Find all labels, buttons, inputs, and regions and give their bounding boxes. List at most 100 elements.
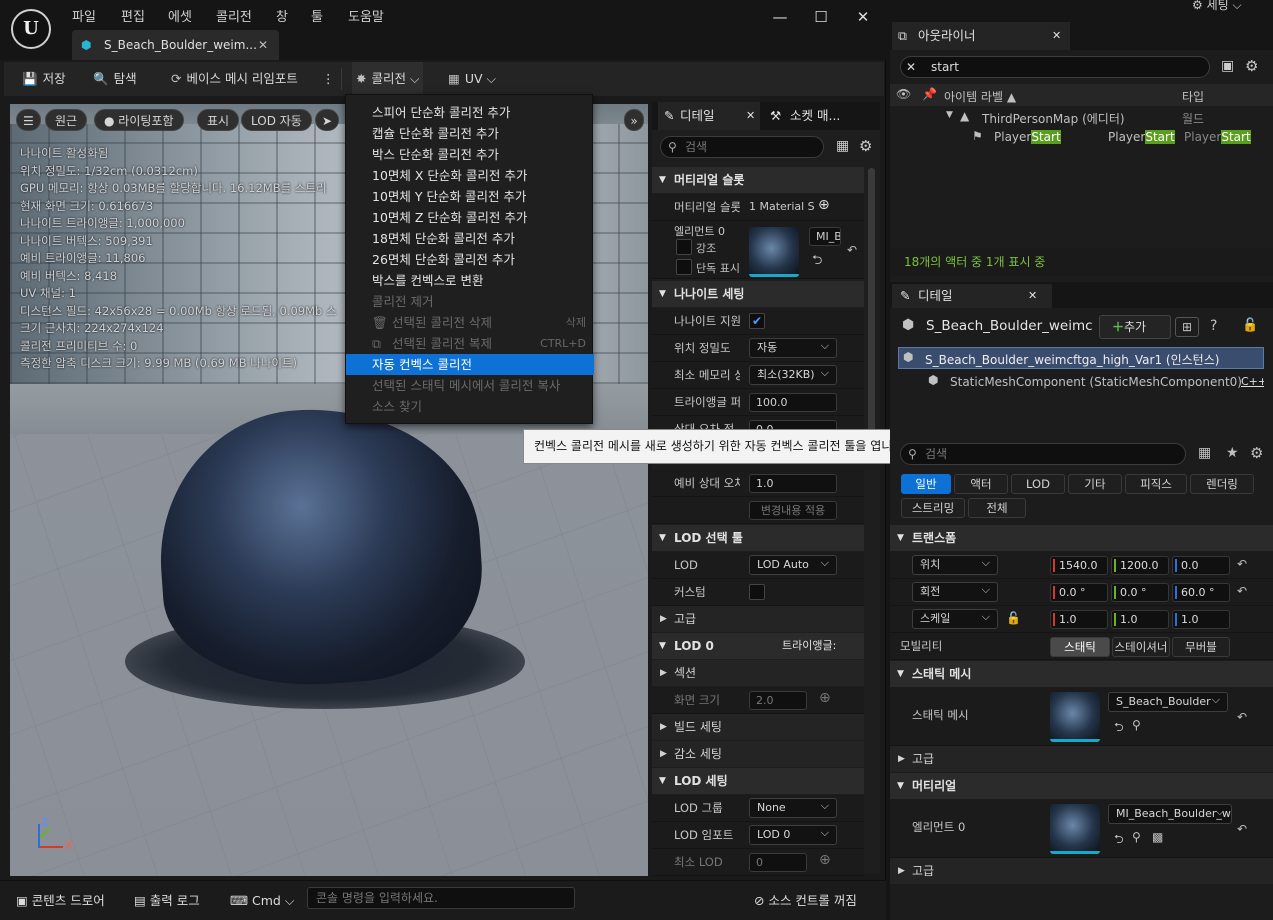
menu-item-duplicate-selected[interactable]: ⧉ 선택된 콜리전 복제 CTRL+D [346, 333, 594, 354]
filter-physics[interactable]: 피직스 [1125, 474, 1187, 494]
lock-icon[interactable]: 🔓 [1242, 318, 1258, 333]
filter-lod[interactable]: LOD [1011, 474, 1065, 494]
show-button[interactable]: 표시 [197, 109, 240, 131]
reset-icon[interactable]: ↶ [1237, 822, 1247, 836]
gear-icon[interactable]: ⚙ [859, 137, 872, 155]
content-drawer-button[interactable]: ▣ 콘텐츠 드로어 [16, 889, 105, 913]
console-input[interactable]: 콘솔 명령을 입력하세요. [307, 887, 575, 909]
column-label[interactable]: 아이템 라벨 ▲ [944, 88, 1016, 105]
reset-icon[interactable]: ↶ [1237, 584, 1247, 598]
nanite-checkbox[interactable]: ✔ [749, 313, 765, 329]
menu-item-box-to-convex[interactable]: 박스를 컨벡스로 변환 [346, 270, 594, 291]
actor-name[interactable]: S_Beach_Boulder_weimc [926, 318, 1093, 334]
star-icon[interactable]: ★ [1226, 445, 1239, 461]
checker-icon[interactable]: ▩ [1152, 830, 1163, 844]
help-icon[interactable]: ? [1210, 318, 1217, 334]
column-type[interactable]: 타입 [1182, 88, 1204, 105]
menu-item-10dop-z[interactable]: 10면체 Z 단순화 콜리전 추가 [346, 207, 594, 228]
rotation-combo[interactable]: 회전 [912, 581, 998, 602]
static-mesh-combo[interactable]: S_Beach_Boulder [1108, 692, 1228, 712]
reduction-settings-category[interactable]: ▶ 감소 세팅 [652, 741, 864, 767]
details-search-input[interactable]: ⚲ 검색 [660, 136, 824, 158]
select-mode-icon[interactable]: ➤ [315, 109, 340, 131]
lock-icon[interactable]: 🔓 [1006, 611, 1021, 625]
filter-misc[interactable]: 기타 [1068, 474, 1122, 494]
menu-item-copy-from-selected[interactable]: 선택된 스태틱 메시에서 콜리전 복사 [346, 375, 594, 396]
filter-streaming[interactable]: 스트리밍 [901, 498, 965, 518]
material-thumbnail[interactable] [749, 227, 799, 277]
tab-details2[interactable]: ✎ 디테일 ✕ [892, 284, 1052, 308]
asset-tab[interactable]: ⬢ S_Beach_Boulder_weim... ✕ [72, 30, 279, 60]
material-combo[interactable]: MI_Beach_Boulder_wei [1108, 804, 1232, 824]
section-category[interactable]: ▶ 섹션 [652, 660, 864, 686]
reset-icon[interactable]: ↶ [847, 243, 857, 257]
use-selected-icon[interactable]: ⮌ [812, 251, 822, 273]
menu-item-find-source[interactable]: 소스 찾기 [346, 396, 594, 417]
scale-combo[interactable]: 스케일 [912, 608, 998, 629]
table-view-icon[interactable]: ▦ [836, 138, 849, 154]
more-options-icon[interactable]: ⋮ [322, 62, 335, 96]
menu-help[interactable]: 도움말 [348, 6, 384, 25]
blueprint-icon[interactable]: ⊞ [1175, 317, 1199, 337]
tab-details[interactable]: ✎ 디테일 ✕ [658, 102, 760, 130]
filter-rendering[interactable]: 렌더링 [1190, 474, 1254, 494]
menu-asset[interactable]: 에셋 [168, 6, 192, 25]
table-view-icon[interactable]: ▦ [1198, 445, 1211, 461]
viewport-menu-icon[interactable]: ☰ [16, 109, 41, 131]
save-button[interactable]: 💾 저장 [22, 62, 66, 96]
cmd-button[interactable]: ⌨ Cmd ⌵ [230, 889, 294, 913]
reimport-button[interactable]: ⟳ 베이스 메시 리임포트 [171, 62, 298, 96]
min-memory-combo[interactable]: 최소(32KB) [749, 364, 837, 385]
filter-all[interactable]: 전체 [968, 498, 1026, 518]
tab-sockets[interactable]: ⚒ 소켓 매... [768, 102, 840, 130]
material-slots-category[interactable]: ▼ 머티리얼 슬롯 [652, 167, 864, 193]
maximize-icon[interactable]: ☐ [806, 8, 836, 28]
lod-combo[interactable]: LOD Auto [749, 554, 837, 575]
use-selected-icon[interactable]: ⮌ [1114, 718, 1124, 739]
add-folder-icon[interactable]: ▣ [1221, 58, 1234, 74]
close-tab-icon[interactable]: ✕ [746, 102, 755, 130]
triangle-percent-field[interactable]: 100.0 [749, 393, 837, 412]
minimize-icon[interactable]: — [765, 8, 795, 28]
position-precision-combo[interactable]: 자동 [749, 337, 837, 358]
details2-search-input[interactable]: ⚲ 검색 [900, 443, 1186, 465]
lod-settings-category[interactable]: ▼ LOD 세팅 [652, 768, 864, 794]
add-icon[interactable]: ⊕ [819, 852, 831, 868]
transform-category[interactable]: ▼ 트랜스폼 [890, 525, 1273, 551]
materials-category[interactable]: ▼ 머티리얼 [890, 773, 1273, 799]
reset-icon[interactable]: ↶ [1237, 710, 1247, 724]
instance-row[interactable]: ⬢ S_Beach_Boulder_weimcftga_high_Var1 (인… [898, 347, 1264, 369]
mobility-static[interactable]: 스태틱 [1050, 637, 1110, 657]
tree-row-player-start[interactable]: ⚑ PlayerStart PlayerStart PlayerStart [890, 128, 1273, 148]
browse-button[interactable]: 🔍 탐색 [93, 62, 137, 96]
add-slot-icon[interactable]: ⊕ [818, 197, 830, 213]
menu-item-capsule[interactable]: 캡슐 단순화 콜리전 추가 [346, 123, 594, 144]
isolate-checkbox[interactable] [676, 259, 692, 275]
min-lod-field[interactable]: 0 [749, 853, 807, 872]
filter-general[interactable]: 일반 [901, 474, 951, 494]
reset-icon[interactable]: ↶ [1237, 557, 1247, 571]
rotation-y-field[interactable]: 0.0 ° [1111, 583, 1169, 602]
lod0-category[interactable]: ▼LOD 0트라이앵글: 11,806 [652, 633, 864, 678]
menu-tools[interactable]: 툴 [311, 6, 323, 25]
menu-item-sphere[interactable]: 스피어 단순화 콜리전 추가 [346, 102, 594, 123]
gear-icon[interactable]: ⚙ [1250, 444, 1263, 462]
menu-item-26dop[interactable]: 26면체 단순화 콜리전 추가 [346, 249, 594, 270]
menu-item-10dop-x[interactable]: 10면체 X 단순화 콜리전 추가 [346, 165, 594, 186]
close-tab-icon[interactable]: ✕ [1052, 22, 1061, 50]
outliner-search-input[interactable]: ✕ start [900, 56, 1210, 78]
advanced2-category[interactable]: ▶ 고급 [890, 858, 1273, 884]
add-icon[interactable]: ⊕ [819, 690, 831, 706]
filter-actor[interactable]: 액터 [954, 474, 1008, 494]
apply-changes-button[interactable]: 변경내용 적용 [749, 501, 837, 520]
source-control-button[interactable]: ⊘ 소스 컨트롤 꺼짐 [754, 889, 857, 913]
menu-item-box[interactable]: 박스 단순화 콜리전 추가 [346, 144, 594, 165]
location-y-field[interactable]: 1200.0 [1111, 556, 1169, 575]
close-tab-icon[interactable]: ✕ [258, 30, 268, 60]
highlight-checkbox[interactable] [676, 239, 692, 255]
expand-icon[interactable]: » [624, 109, 644, 131]
component-row[interactable]: ⬢ StaticMeshComponent (StaticMeshCompone… [898, 371, 1264, 393]
gear-icon[interactable]: ⚙ [1245, 57, 1258, 75]
advanced-category[interactable]: ▶ 고급 [652, 606, 864, 632]
rotation-z-field[interactable]: 60.0 ° [1172, 583, 1230, 602]
